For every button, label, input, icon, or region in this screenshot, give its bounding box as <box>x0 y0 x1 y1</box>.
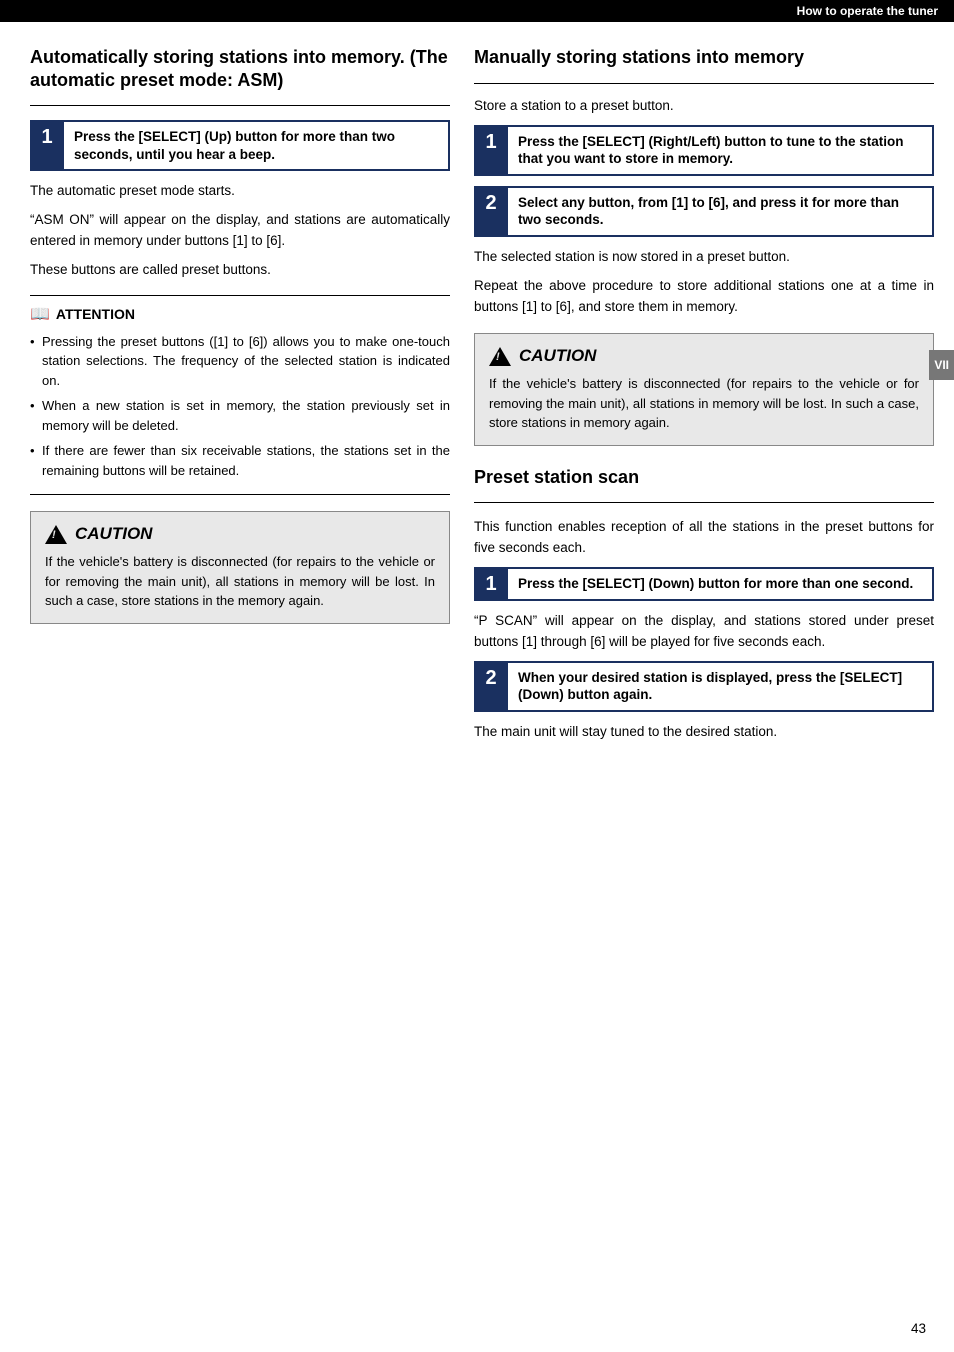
right-caution-title: CAUTION <box>489 346 919 366</box>
right-step-2-content: Select any button, from [1] to [6], and … <box>508 186 934 237</box>
caution-triangle-icon <box>45 525 67 544</box>
attention-block: 📖 ATTENTION Pressing the preset buttons … <box>30 295 450 481</box>
right-step-1-number: 1 <box>474 125 508 176</box>
attention-item-3: If there are fewer than six receivable s… <box>30 441 450 480</box>
right-step-2-instruction: Select any button, from [1] to [6], and … <box>518 194 922 229</box>
left-step-1: 1 Press the [SELECT] (Up) button for mor… <box>30 120 450 171</box>
page-number: 43 <box>911 1321 926 1336</box>
ps-step-1-number: 1 <box>474 567 508 601</box>
header-label: How to operate the tuner <box>797 4 938 18</box>
chapter-marker: VII <box>929 350 954 380</box>
right-step-2: 2 Select any button, from [1] to [6], an… <box>474 186 934 237</box>
right-caution-text: If the vehicle's battery is disconnected… <box>489 374 919 433</box>
left-caution-title: CAUTION <box>45 524 435 544</box>
book-icon: 📖 <box>30 304 50 324</box>
left-caution-box: CAUTION If the vehicle's battery is disc… <box>30 511 450 624</box>
ps-step-2-content: When your desired station is displayed, … <box>508 661 934 712</box>
right-body-1: The selected station is now stored in a … <box>474 247 934 268</box>
right-section-title: Manually storing stations into memory <box>474 46 934 69</box>
ps-step-1-body: “P SCAN” will appear on the display, and… <box>474 611 934 653</box>
left-body-1: The automatic preset mode starts. <box>30 181 450 202</box>
left-body-3: These buttons are called preset buttons. <box>30 260 450 281</box>
ps-step-2-instruction: When your desired station is displayed, … <box>518 669 922 704</box>
right-body-2: Repeat the above procedure to store addi… <box>474 276 934 318</box>
ps-step-1-instruction: Press the [SELECT] (Down) button for mor… <box>518 575 922 593</box>
attention-title: 📖 ATTENTION <box>30 304 450 324</box>
left-caution-text: If the vehicle's battery is disconnected… <box>45 552 435 611</box>
preset-scan-section: Preset station scan This function enable… <box>474 466 934 743</box>
left-step-1-content: Press the [SELECT] (Up) button for more … <box>64 120 450 171</box>
left-section-title: Automatically storing stations into memo… <box>30 46 450 91</box>
ps-step-2-number: 2 <box>474 661 508 712</box>
right-caution-box: CAUTION If the vehicle's battery is disc… <box>474 333 934 446</box>
attention-item-2: When a new station is set in memory, the… <box>30 396 450 435</box>
right-caution-triangle-icon <box>489 347 511 366</box>
right-column: Manually storing stations into memory St… <box>474 46 934 751</box>
attention-list: Pressing the preset buttons ([1] to [6])… <box>30 332 450 481</box>
header-bar: How to operate the tuner <box>0 0 954 22</box>
right-step-1-instruction: Press the [SELECT] (Right/Left) button t… <box>518 133 922 168</box>
left-column: Automatically storing stations into memo… <box>30 46 450 751</box>
right-step-1: 1 Press the [SELECT] (Right/Left) button… <box>474 125 934 176</box>
page-number-area: 43 <box>911 1321 926 1336</box>
store-intro: Store a station to a preset button. <box>474 98 934 113</box>
ps-step-2: 2 When your desired station is displayed… <box>474 661 934 712</box>
ps-step-1-content: Press the [SELECT] (Down) button for mor… <box>508 567 934 601</box>
right-step-1-content: Press the [SELECT] (Right/Left) button t… <box>508 125 934 176</box>
preset-scan-title: Preset station scan <box>474 466 934 489</box>
left-body-2: “ASM ON” will appear on the display, and… <box>30 210 450 252</box>
left-step-1-instruction: Press the [SELECT] (Up) button for more … <box>74 128 438 163</box>
attention-item-1: Pressing the preset buttons ([1] to [6])… <box>30 332 450 391</box>
right-step-2-number: 2 <box>474 186 508 237</box>
ps-step-2-body: The main unit will stay tuned to the des… <box>474 722 934 743</box>
left-step-1-number: 1 <box>30 120 64 171</box>
preset-scan-intro: This function enables reception of all t… <box>474 517 934 559</box>
ps-step-1: 1 Press the [SELECT] (Down) button for m… <box>474 567 934 601</box>
